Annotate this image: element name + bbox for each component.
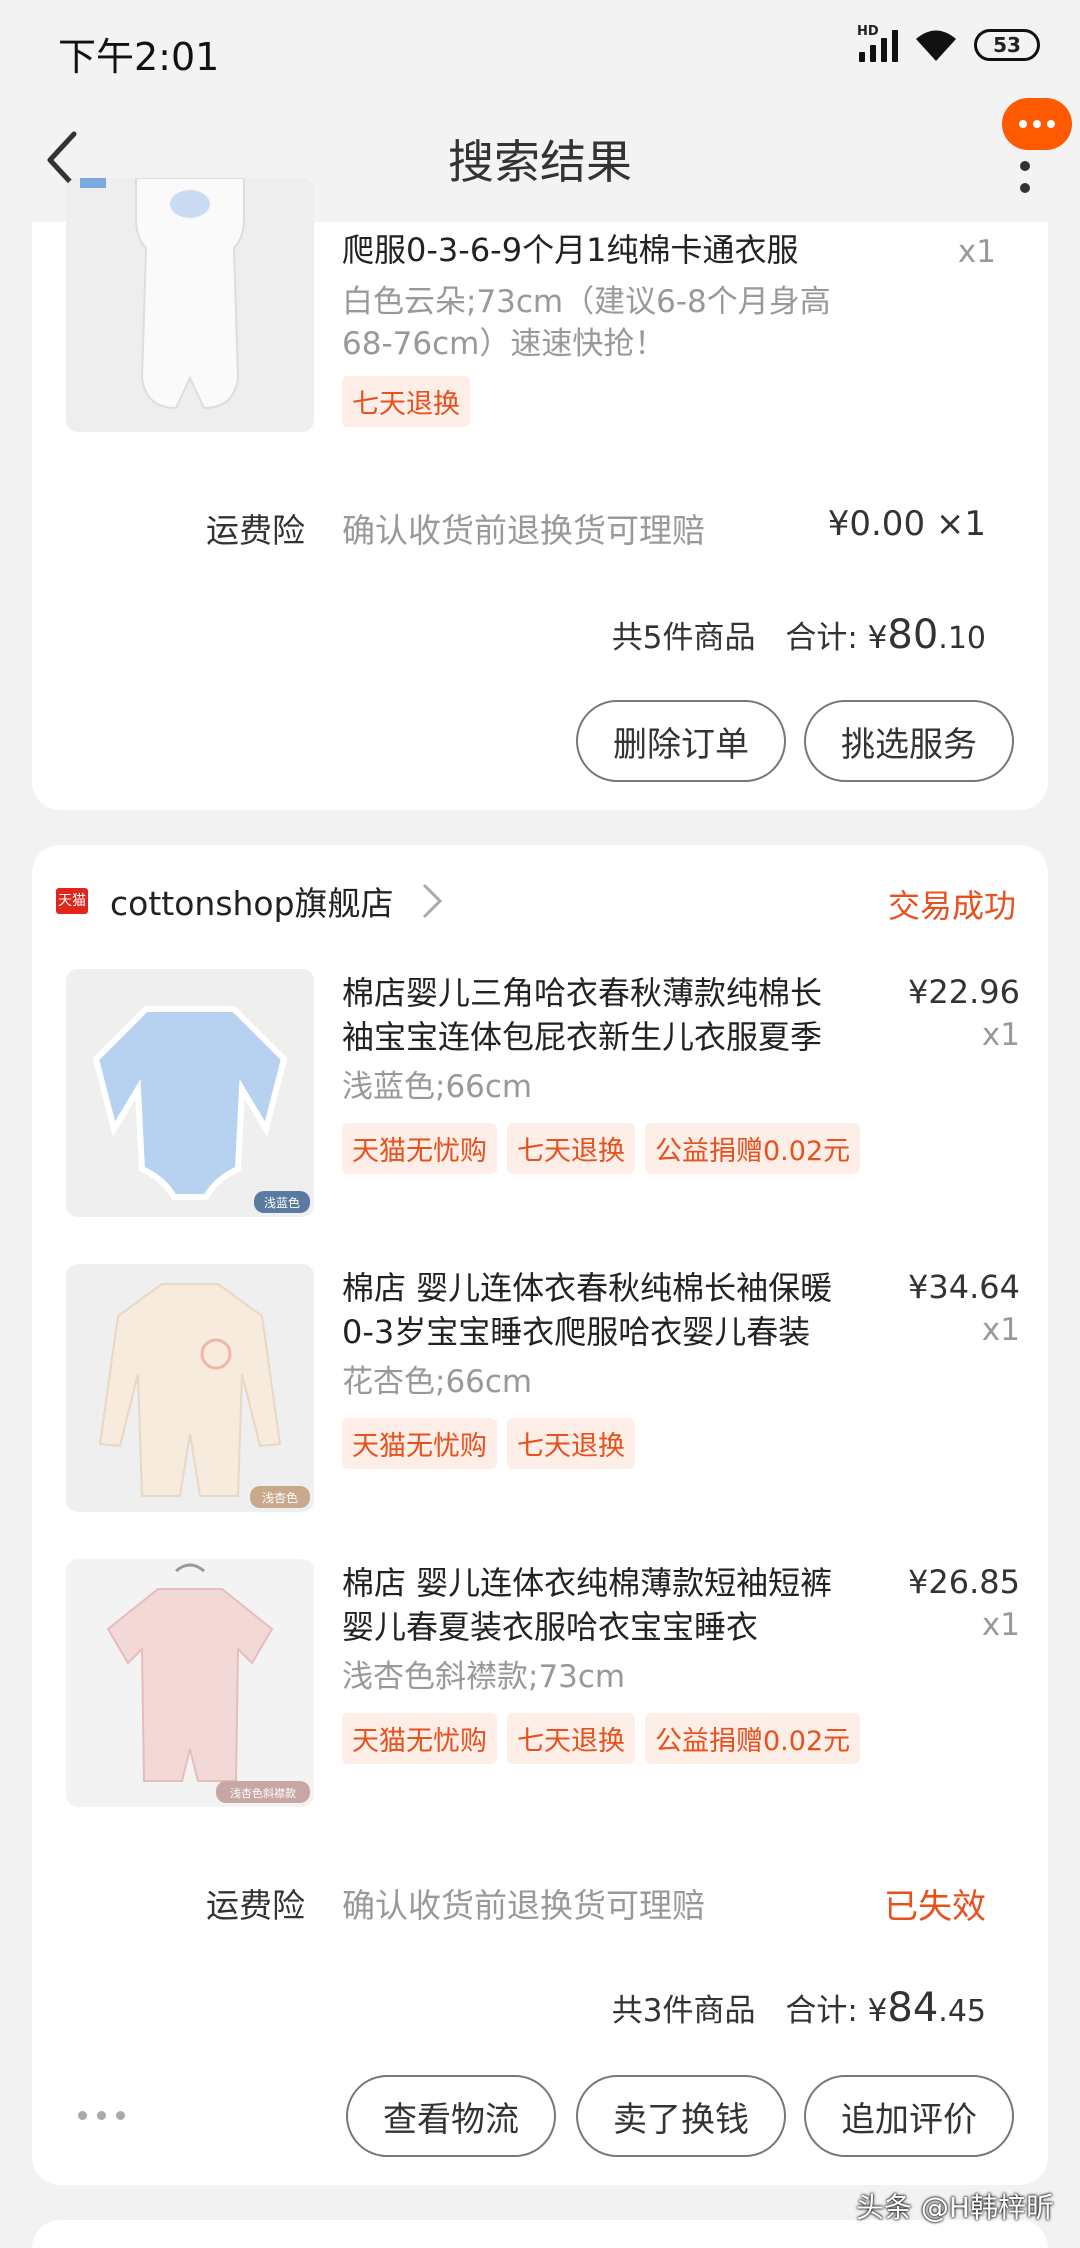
product-qty: x1	[981, 1607, 1020, 1643]
tag-seven-day-return: 七天退换	[342, 376, 470, 427]
view-logistics-button[interactable]: 查看物流	[346, 2075, 556, 2157]
product-qty: x1	[957, 234, 996, 270]
product-price: ¥22.96	[908, 973, 1020, 1011]
battery-icon: 53	[974, 29, 1040, 61]
chevron-right-icon	[422, 883, 442, 919]
product-thumbnail[interactable]	[66, 178, 314, 432]
total-currency: ¥	[867, 620, 888, 656]
thumb-label: 浅蓝色	[264, 1196, 300, 1210]
total-label: 合计:	[785, 1993, 858, 2029]
order-status: 交易成功	[887, 887, 1016, 925]
product-title[interactable]: 爬服0-3-6-9个月1纯棉卡通衣服	[342, 228, 798, 272]
shop-header[interactable]: 天猫 cottonshop旗舰店	[56, 877, 444, 925]
order-card-2: 天猫 cottonshop旗舰店 交易成功 浅蓝色 棉店婴儿三角哈衣春秋薄款纯棉…	[32, 845, 1048, 2185]
product-title[interactable]: 棉店 婴儿连体衣春秋纯棉长袖保暖	[342, 1266, 832, 1310]
product-title-cont[interactable]: 袖宝宝连体包屁衣新生儿衣服夏季	[342, 1015, 822, 1059]
product-spec-cont: 68-76cm）速速快抢！	[342, 326, 666, 362]
message-bubble-icon[interactable]	[1002, 98, 1072, 150]
product-spec: 花杏色;66cm	[342, 1364, 533, 1400]
product-qty: x1	[981, 1312, 1020, 1348]
signal-icon: HD	[857, 24, 898, 62]
more-actions-icon[interactable]	[78, 2111, 125, 2120]
thumb-label: 浅杏色	[262, 1491, 298, 1505]
watermark: 头条 @H韩梓昕	[856, 2191, 1054, 2224]
insurance-label: 运费险	[206, 1886, 305, 1925]
total-decimal: .10	[938, 621, 986, 656]
product-spec: 浅杏色斜襟款;73cm	[342, 1659, 626, 1695]
product-spec: 白色云朵;73cm（建议6-8个月身高	[342, 284, 831, 320]
product-title[interactable]: 棉店 婴儿连体衣纯棉薄款短袖短裤	[342, 1561, 832, 1605]
total-label: 合计:	[785, 620, 858, 656]
total-integer: 84	[887, 1985, 939, 2031]
tag-seven-day-return: 七天退换	[507, 1123, 635, 1174]
shop-name[interactable]: cottonshop旗舰店	[110, 877, 394, 925]
insurance-status: 已失效	[884, 1887, 986, 1927]
product-title[interactable]: 棉店婴儿三角哈衣春秋薄款纯棉长	[342, 971, 822, 1015]
status-icons: HD 53	[857, 24, 1040, 62]
product-thumbnail[interactable]: 浅杏色	[66, 1264, 314, 1512]
order-summary: 共3件商品 合计: ¥84.45	[612, 1985, 986, 2031]
product-thumbnail[interactable]: 浅蓝色	[66, 969, 314, 1217]
resell-button[interactable]: 卖了换钱	[576, 2075, 786, 2157]
insurance-desc: 确认收货前退换货可理赔	[342, 511, 705, 550]
delete-order-button[interactable]: 删除订单	[576, 700, 786, 782]
product-title-cont[interactable]: 0-3岁宝宝睡衣爬服哈衣婴儿春装	[342, 1310, 810, 1354]
add-review-button[interactable]: 追加评价	[804, 2075, 1014, 2157]
thumb-label: 浅杏色斜襟款	[230, 1786, 296, 1800]
total-integer: 80	[887, 612, 939, 658]
order-summary: 共5件商品 合计: ¥80.10	[612, 612, 986, 658]
product-tags: 天猫无忧购 七天退换	[342, 1418, 635, 1469]
order-card-1: 爬服0-3-6-9个月1纯棉卡通衣服 x1 白色云朵;73cm（建议6-8个月身…	[32, 178, 1048, 810]
network-type: HD	[857, 24, 879, 39]
tag-tmall-worry-free: 天猫无忧购	[342, 1713, 497, 1764]
tag-seven-day-return: 七天退换	[507, 1713, 635, 1764]
product-tags: 天猫无忧购 七天退换 公益捐赠0.02元	[342, 1123, 861, 1174]
product-tags: 七天退换	[342, 376, 470, 427]
product-thumbnail[interactable]: 浅杏色斜襟款	[66, 1559, 314, 1807]
product-qty: x1	[981, 1017, 1020, 1053]
insurance-label: 运费险	[206, 511, 305, 550]
product-price: ¥34.64	[908, 1268, 1020, 1306]
tag-charity: 公益捐赠0.02元	[645, 1123, 861, 1174]
battery-level: 53	[993, 33, 1021, 57]
tmall-logo-icon: 天猫	[56, 888, 88, 914]
tag-seven-day-return: 七天退换	[507, 1418, 635, 1469]
status-bar: 下午2:01 HD 53	[0, 0, 1080, 96]
insurance-value: ¥0.00 ×1	[827, 504, 986, 544]
status-time: 下午2:01	[58, 35, 220, 79]
item-count: 共3件商品	[611, 1993, 756, 2029]
wifi-icon	[914, 28, 958, 62]
product-price: ¥26.85	[908, 1563, 1020, 1601]
product-title-cont[interactable]: 婴儿春夏装衣服哈衣宝宝睡衣	[342, 1605, 758, 1649]
tag-tmall-worry-free: 天猫无忧购	[342, 1123, 497, 1174]
choose-service-button[interactable]: 挑选服务	[804, 700, 1014, 782]
insurance-desc: 确认收货前退换货可理赔	[342, 1886, 705, 1925]
total-currency: ¥	[867, 1993, 888, 2029]
product-spec: 浅蓝色;66cm	[342, 1069, 533, 1105]
total-decimal: .45	[938, 1994, 986, 2029]
item-count: 共5件商品	[611, 620, 756, 656]
product-tags: 天猫无忧购 七天退换 公益捐赠0.02元	[342, 1713, 861, 1764]
tag-charity: 公益捐赠0.02元	[645, 1713, 861, 1764]
tag-tmall-worry-free: 天猫无忧购	[342, 1418, 497, 1469]
